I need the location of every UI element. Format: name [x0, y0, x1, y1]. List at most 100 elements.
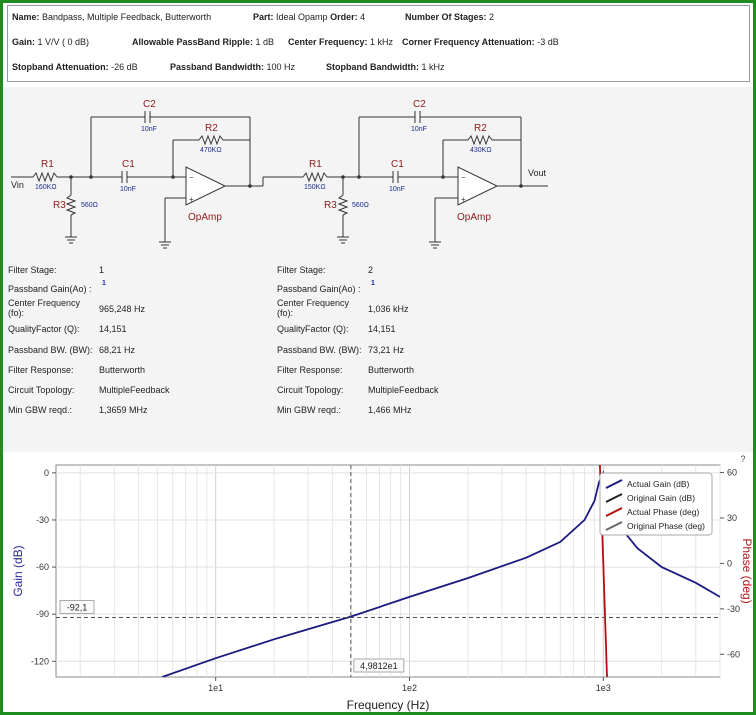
filter-response-label: Filter Response: [8, 365, 74, 375]
min-gbw-value: 1,3659 MHz [99, 405, 148, 415]
design-summary-panel: Name: Bandpass, Multiple Feedback, Butte… [7, 5, 750, 82]
s2-r2-value: 430KΩ [470, 147, 492, 154]
s2-c2-value: 10nF [411, 126, 427, 133]
filter-response-label: Filter Response: [277, 365, 343, 375]
ripple-field: Allowable PassBand Ripple: 1 dB [132, 37, 275, 47]
filter-stage-label: Filter Stage: [8, 265, 57, 275]
part-field: Part: Ideal Opamp Order: 4 [253, 12, 366, 22]
y2-tick-label: -60 [727, 649, 740, 659]
y-axis-label: Gain (dB) [11, 545, 25, 596]
s1-r2-label: R2 [205, 123, 218, 134]
y-tick-label: -90 [36, 609, 49, 619]
legend-entry: Actual Phase (deg) [627, 507, 699, 517]
y-tick-label: -120 [31, 656, 49, 666]
s1-c2-value: 10nF [141, 126, 157, 133]
s1-r3-label: R3 [53, 200, 66, 211]
filter-stage-label: Filter Stage: [277, 265, 326, 275]
center-frequency-label: Center Frequency (fo): [277, 298, 350, 318]
s1-r1-value: 160KΩ [35, 184, 57, 191]
s1-c2-label: C2 [143, 99, 156, 110]
bode-plot[interactable]: 0 -30 -60 -90 -120 60 30 0 -30 -60 1e1 1e2 1e3 Freque… [3, 454, 753, 712]
circuit-topology-value: MultipleFeedback [99, 385, 170, 395]
stopband-bandwidth-field: Stopband Bandwidth: 1 kHz [326, 62, 445, 72]
center-frequency-field: Center Frequency: 1 kHz [288, 37, 394, 47]
y-tick-label: -60 [36, 562, 49, 572]
s2-r2-label: R2 [474, 123, 487, 134]
stages-field: Number Of Stages: 2 [405, 12, 495, 22]
legend-entry: Original Phase (deg) [627, 521, 705, 531]
min-gbw-label: Min GBW reqd.: [8, 405, 73, 415]
y2-tick-label: 30 [727, 513, 737, 523]
s2-c1-value: 10nF [389, 186, 405, 193]
cursor-x-readout: 4,9812e1 [360, 661, 398, 671]
s1-c1-value: 10nF [120, 186, 136, 193]
x-tick-label: 1e1 [208, 683, 223, 693]
y-tick-label: -30 [36, 515, 49, 525]
quality-factor-value: 14,151 [368, 324, 396, 334]
filter-response-value: Butterworth [99, 365, 146, 375]
svg-text:−: − [461, 173, 466, 182]
vout-label: Vout [528, 168, 547, 178]
passband-gain-label: Passband Gain(Ao) : [8, 284, 92, 294]
passband-gain-value: 1 [102, 280, 106, 287]
y2-tick-label: 0 [727, 558, 732, 568]
passband-gain-label: Passband Gain(Ao) : [277, 284, 361, 294]
svg-text:+: + [189, 195, 194, 204]
corner-attenuation-field: Corner Frequency Attenuation: -3 dB [402, 37, 559, 47]
s2-r3-label: R3 [324, 200, 337, 211]
svg-text:+: + [461, 195, 466, 204]
passband-bw-label: Passband BW. (BW): [8, 345, 93, 355]
filter-response-value: Butterworth [368, 365, 415, 375]
s1-r2-value: 470KΩ [200, 147, 222, 154]
x-tick-label: 1e2 [402, 683, 417, 693]
svg-text:−: − [189, 173, 194, 182]
stopband-attenuation-field: Stopband Attenuation: -26 dB [12, 62, 138, 72]
min-gbw-value: 1,466 MHz [368, 405, 412, 415]
quality-factor-label: QualityFactor (Q): [277, 324, 349, 334]
circuit-topology-label: Circuit Topology: [277, 385, 344, 395]
x-axis-label: Frequency (Hz) [347, 698, 430, 712]
name-field: Name: Bandpass, Multiple Feedback, Butte… [12, 12, 212, 22]
passband-bw-label: Passband BW. (BW): [277, 345, 362, 355]
gain-field: Gain: 1 V/V ( 0 dB) [12, 37, 90, 47]
stage-1-details: Filter Stage: 1 Passband Gain(Ao) : 1 Cent… [8, 265, 268, 425]
center-frequency-value: 965,248 Hz [99, 304, 146, 314]
quality-factor-label: QualityFactor (Q): [8, 324, 80, 334]
y2-tick-label: 60 [727, 468, 737, 478]
s1-r1-label: R1 [41, 159, 54, 170]
passband-bw-value: 68,21 Hz [99, 345, 136, 355]
s2-c2-label: C2 [413, 99, 426, 110]
s2-r1-label: R1 [309, 159, 322, 170]
stage-2-details: Filter Stage: 2 Passband Gain(Ao) : 1 Cent… [277, 265, 537, 425]
circuit-topology-value: MultipleFeedback [368, 385, 439, 395]
help-icon[interactable]: ? [740, 454, 745, 464]
filter-stage-value: 1 [99, 265, 105, 275]
center-frequency-label: Center Frequency (fo): [8, 298, 81, 318]
passband-gain-value: 1 [371, 280, 375, 287]
filter-stage-value: 2 [368, 265, 374, 275]
y2-axis-label: Phase (deg) [740, 538, 753, 603]
circuit-schematic: − + − + Vin R1 160KΩ R3 560Ω C2 10nF C1 10… [11, 99, 548, 249]
vin-label: Vin [11, 180, 24, 190]
cursor-y-readout: -92,1 [67, 602, 88, 612]
s1-r3-value: 560Ω [81, 202, 98, 209]
legend-entry: Actual Gain (dB) [627, 479, 690, 489]
s2-opamp-label: OpAmp [457, 212, 491, 223]
quality-factor-value: 14,151 [99, 324, 127, 334]
s2-r1-value: 150KΩ [304, 184, 326, 191]
passband-bandwidth-field: Passband Bandwidth: 100 Hz [170, 62, 296, 72]
circuit-topology-label: Circuit Topology: [8, 385, 75, 395]
legend-entry: Original Gain (dB) [627, 493, 695, 503]
center-frequency-value: 1,036 kHz [368, 304, 409, 314]
filter-design-window: Name: Bandpass, Multiple Feedback, Butte… [0, 0, 756, 715]
y2-tick-label: -30 [727, 604, 740, 614]
bode-plot-panel: 0 -30 -60 -90 -120 60 30 0 -30 -60 1e1 1e2 1e3 Freque… [3, 454, 753, 712]
s1-opamp-label: OpAmp [188, 212, 222, 223]
min-gbw-label: Min GBW reqd.: [277, 405, 342, 415]
s2-r3-value: 560Ω [352, 202, 369, 209]
y-tick-label: 0 [44, 468, 49, 478]
x-tick-label: 1e3 [596, 683, 611, 693]
stages-panel: − + − + Vin R1 160KΩ R3 560Ω C2 10nF C1 10… [3, 87, 753, 452]
s1-c1-label: C1 [122, 159, 135, 170]
s2-c1-label: C1 [391, 159, 404, 170]
